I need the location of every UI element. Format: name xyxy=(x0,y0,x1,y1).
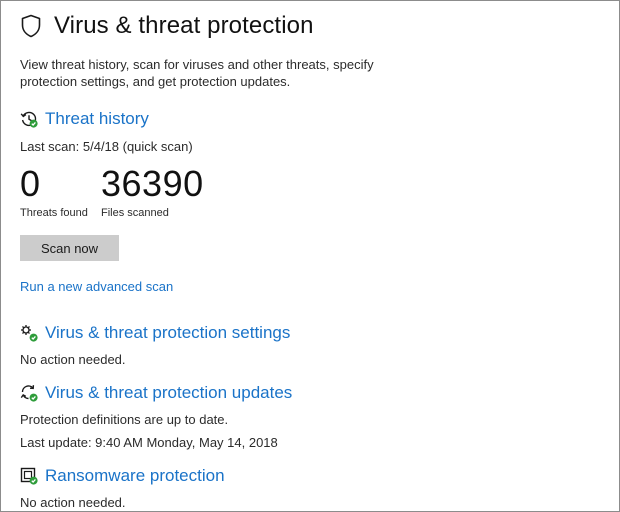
threats-found-value: 0 xyxy=(20,163,41,204)
threats-found-label: Threats found xyxy=(20,207,88,219)
page-header: Virus & threat protection xyxy=(20,10,610,42)
ransomware-link[interactable]: Ransomware protection xyxy=(45,465,225,487)
gears-icon xyxy=(20,324,38,342)
refresh-icon xyxy=(20,384,38,402)
threats-found-stat: 0 Threats found xyxy=(20,163,101,220)
updates-header[interactable]: Virus & threat protection updates xyxy=(20,382,610,404)
files-scanned-stat: 36390 Files scanned xyxy=(101,163,204,220)
ransomware-header[interactable]: Ransomware protection xyxy=(20,465,610,487)
page-description: View threat history, scan for viruses an… xyxy=(20,57,374,89)
updates-link[interactable]: Virus & threat protection updates xyxy=(45,382,292,404)
advanced-scan-link[interactable]: Run a new advanced scan xyxy=(20,279,173,294)
settings-header[interactable]: Virus & threat protection settings xyxy=(20,322,610,344)
threat-history-link[interactable]: Threat history xyxy=(45,108,149,130)
last-scan-text: Last scan: 5/4/18 (quick scan) xyxy=(20,139,193,154)
settings-link[interactable]: Virus & threat protection settings xyxy=(45,322,290,344)
settings-status: No action needed. xyxy=(20,352,126,367)
scan-now-button[interactable]: Scan now xyxy=(20,235,119,261)
virus-threat-protection-page: Virus & threat protection View threat hi… xyxy=(20,10,610,511)
ransomware-status: No action needed. xyxy=(20,495,126,510)
updates-status: Protection definitions are up to date. xyxy=(20,412,229,427)
shield-icon xyxy=(20,14,42,38)
ransomware-folder-icon xyxy=(20,467,38,485)
threat-history-header[interactable]: Threat history xyxy=(20,108,610,130)
history-clock-icon xyxy=(20,110,38,128)
page-title: Virus & threat protection xyxy=(54,12,314,39)
files-scanned-label: Files scanned xyxy=(101,207,169,219)
files-scanned-value: 36390 xyxy=(101,163,204,204)
last-update-text: Last update: 9:40 AM Monday, May 14, 201… xyxy=(20,435,278,450)
scan-stats: 0 Threats found 36390 Files scanned xyxy=(20,163,610,220)
